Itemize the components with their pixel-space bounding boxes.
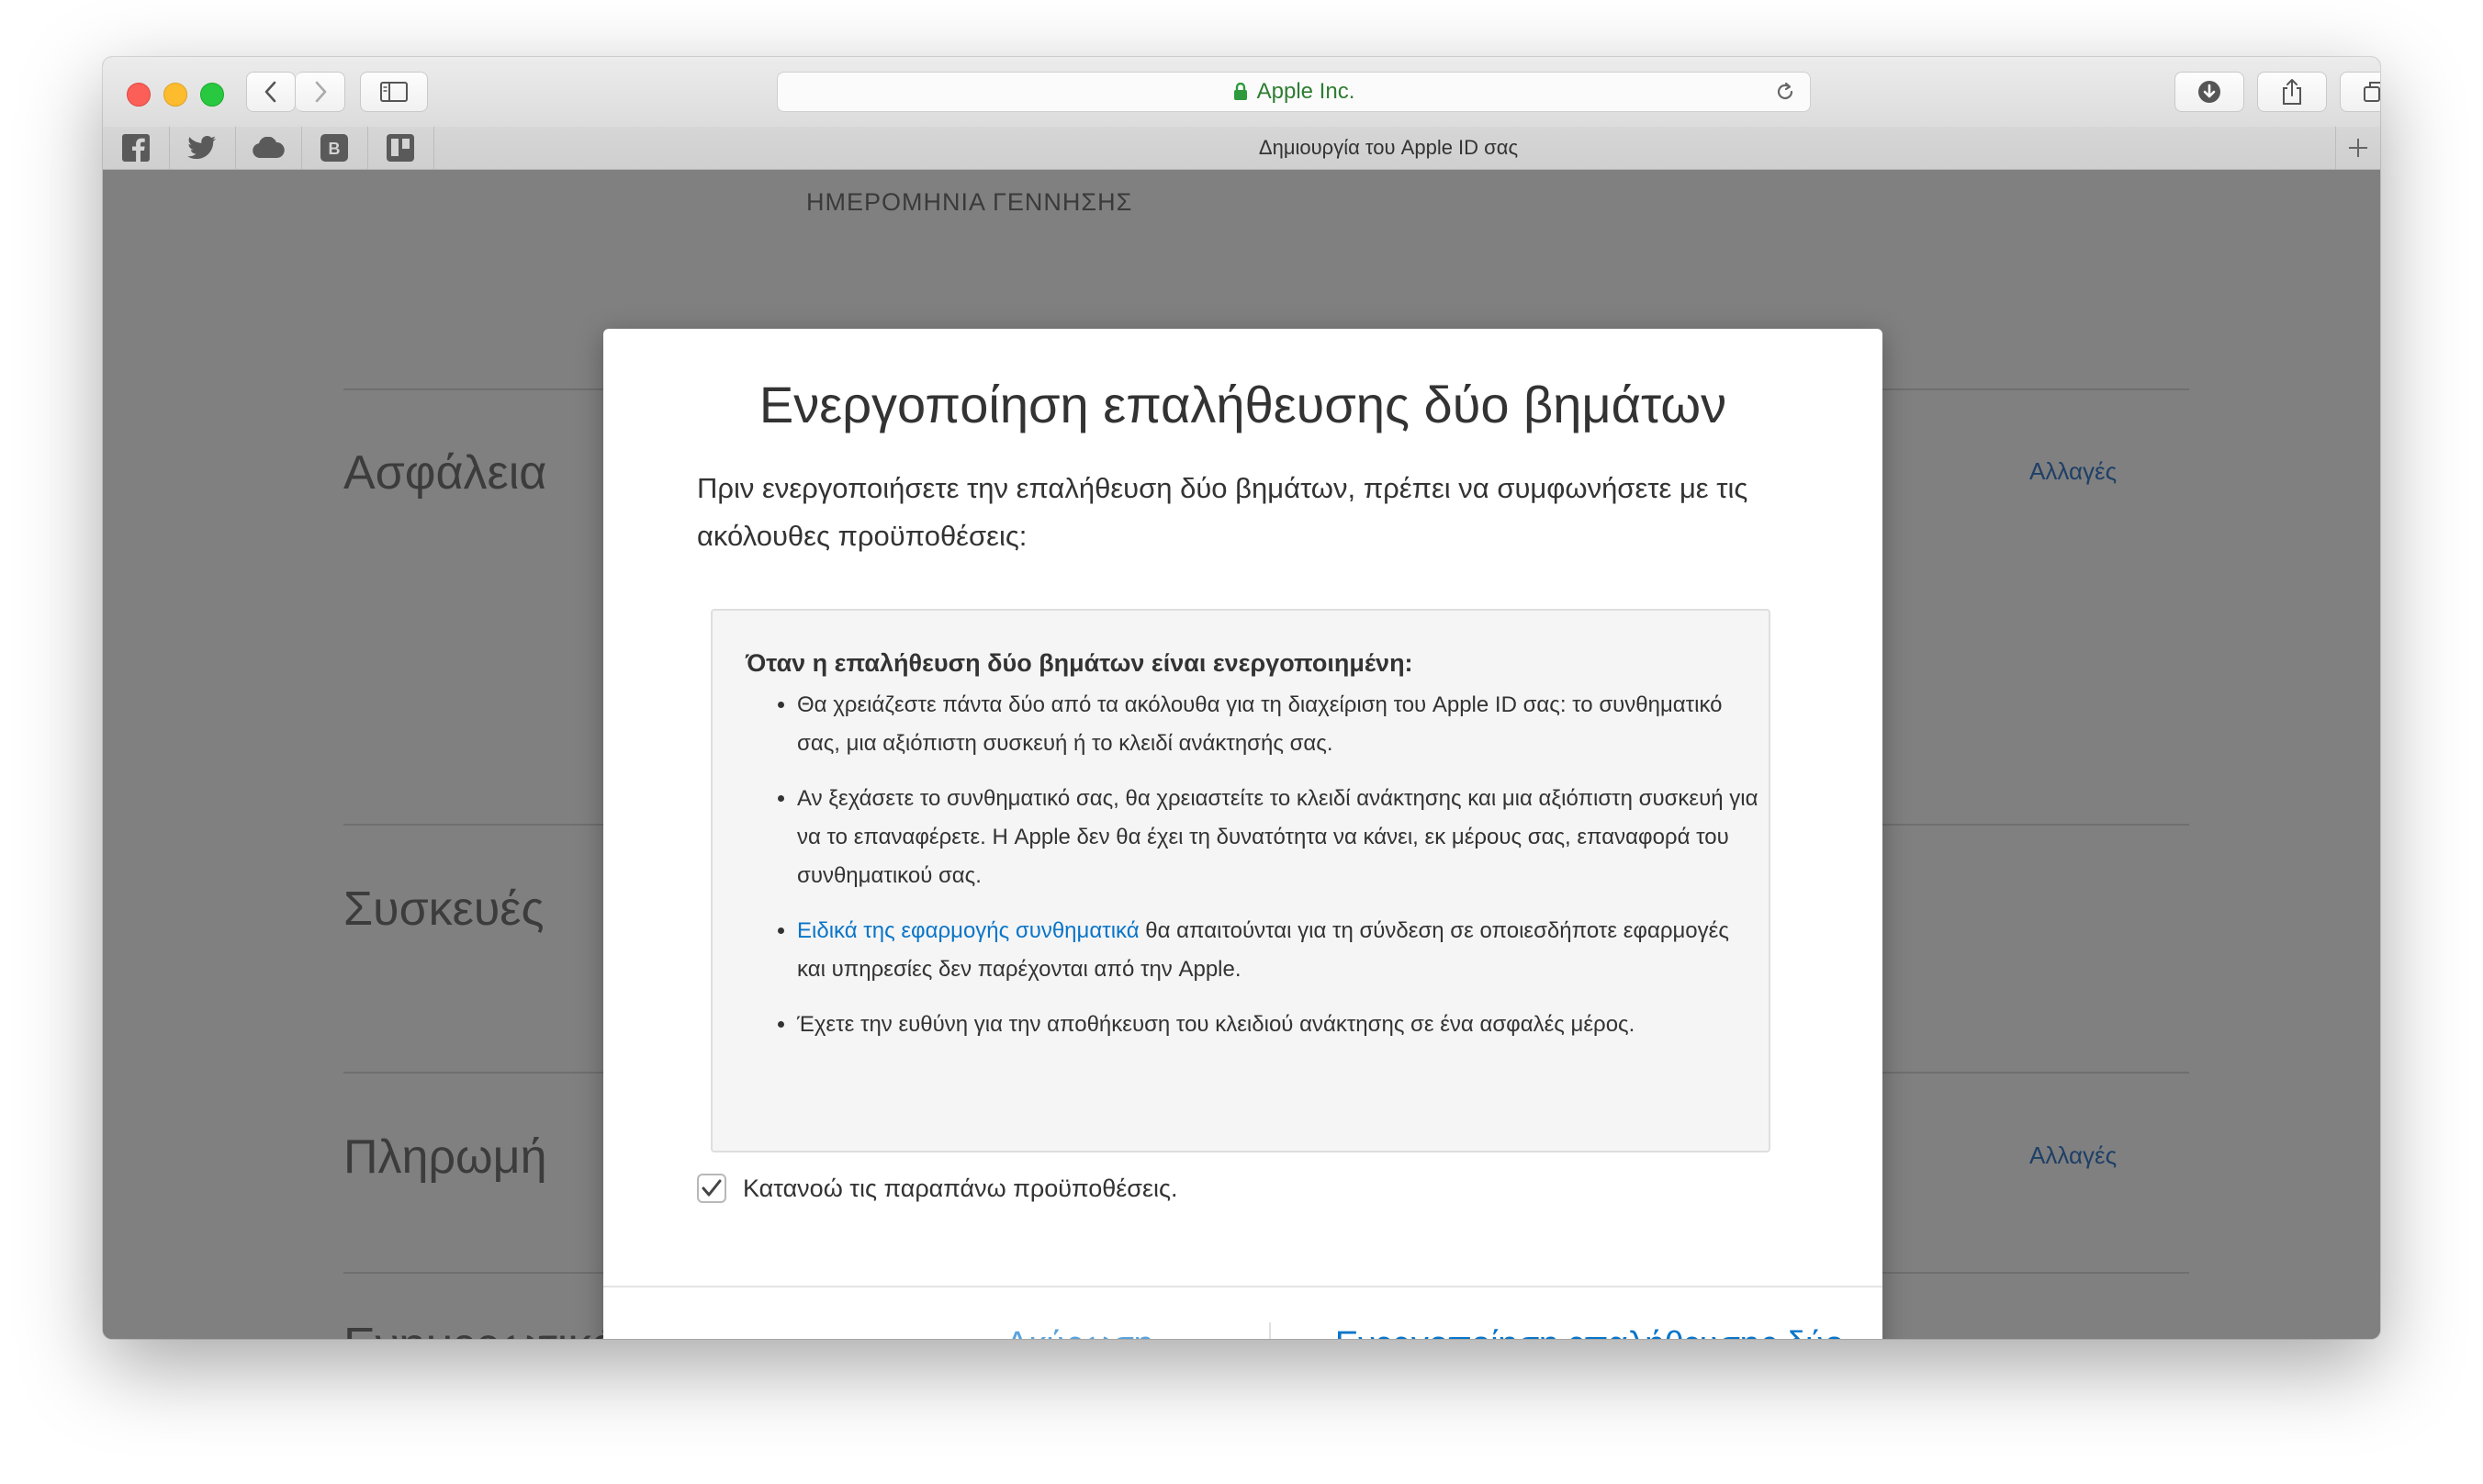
terms-item: Θα χρειάζεστε πάντα δύο από τα ακόλουθα … [797,686,1761,763]
address-text: Apple Inc. [1256,79,1355,104]
favorite-facebook[interactable] [103,127,170,169]
terms-item: Ειδικά της εφαρμογής συνθηματικά θα απαι… [797,912,1761,989]
tabs-overview-button[interactable] [2340,72,2380,112]
agree-label: Κατανοώ τις παραπάνω προϋποθέσεις. [743,1174,1178,1202]
payment-change-link[interactable]: Αλλαγές [2029,1141,2117,1170]
minimize-window-button[interactable] [163,83,187,107]
terms-item: Έχετε την ευθύνη για την αποθήκευση του … [797,1006,1761,1044]
section-title-security: Ασφάλεια [343,446,547,500]
new-tab-button[interactable] [2335,127,2380,169]
chevron-right-icon [315,81,326,103]
facebook-icon [122,134,150,162]
dialog-intro: Πριν ενεργοποιήσετε την επαλήθευση δύο β… [697,472,1748,552]
svg-text:B: B [329,140,341,158]
checkmark-icon [702,1179,722,1197]
forward-button[interactable] [296,72,345,112]
section-title-payment: Πληρωμή [343,1130,547,1184]
tab-title[interactable]: Δημιουργία του Apple ID σας [452,127,2325,169]
address-bar[interactable]: Apple Inc. [777,72,1811,112]
trello-icon [387,134,414,162]
app-specific-passwords-link[interactable]: Ειδικά της εφαρμογής συνθηματικά [797,918,1140,943]
two-step-dialog: Ενεργοποίηση επαλήθευσης δύο βημάτων Πρι… [603,329,1882,1339]
lock-icon [1233,83,1247,100]
favorites-bar: B Δημιουργία του Apple ID σας [103,127,2380,170]
dialog-title: Ενεργοποίηση επαλήθευσης δύο βημάτων [758,376,1727,433]
favorite-twitter[interactable] [169,127,236,169]
close-window-button[interactable] [127,83,151,107]
share-icon [2283,79,2301,105]
toolbar: Apple Inc. [103,57,2380,128]
footer-button-divider [1269,1322,1271,1339]
favorite-cloud[interactable] [235,127,302,169]
terms-item-text: Θα χρειάζεστε πάντα δύο από τα ακόλουθα … [797,692,1723,756]
terms-item: Αν ξεχάσετε το συνθηματικό σας, θα χρεια… [797,780,1761,895]
tabs-icon [2364,82,2380,102]
plus-icon [2349,139,2367,157]
agree-row[interactable]: Κατανοώ τις παραπάνω προϋποθέσεις. [697,1174,1178,1203]
cloud-icon [253,137,285,158]
section-title-devices: Συσκευές [343,883,545,936]
security-change-link[interactable]: Αλλαγές [2029,457,2117,486]
dialog-footer-divider [603,1286,1882,1287]
favorite-vk[interactable]: B [301,127,368,169]
vk-icon: B [320,134,348,162]
share-button[interactable] [2257,72,2327,112]
back-button[interactable] [246,72,296,112]
terms-item-text: Αν ξεχάσετε το συνθηματικό σας, θα χρεια… [797,786,1758,888]
download-icon [2198,81,2220,103]
terms-heading: Όταν η επαλήθευση δύο βημάτων είναι ενερ… [746,649,1413,677]
twitter-icon [187,136,216,159]
dob-label: ΗΜΕΡΟΜΗΝΙΑ ΓΕΝΝΗΣΗΣ [806,188,1133,216]
zoom-window-button[interactable] [200,83,224,107]
reload-icon[interactable] [1773,80,1797,104]
favorite-trello[interactable] [367,127,434,169]
chevron-left-icon [264,81,276,103]
cancel-button[interactable]: Ακύρωση [1006,1325,1153,1339]
terms-item-text: Έχετε την ευθύνη για την αποθήκευση του … [797,1012,1635,1037]
terms-list: Θα χρειάζεστε πάντα δύο από τα ακόλουθα … [764,686,1761,1061]
downloads-button[interactable] [2174,72,2244,112]
safari-window: Apple Inc. B Δημιουργία του Apple ID σας [103,57,2380,1339]
agree-checkbox[interactable] [697,1174,726,1203]
sidebar-button[interactable] [360,72,428,112]
sidebar-icon [380,82,408,102]
background-page: ΗΜΕΡΟΜΗΝΙΑ ΓΕΝΝΗΣΗΣ Ασφάλεια Αλλαγές Συσ… [103,170,2380,1339]
terms-box: Όταν η επαλήθευση δύο βημάτων είναι ενερ… [711,609,1770,1152]
enable-two-step-button[interactable]: Ενεργοποίηση επαλήθευσης δύο βημάτων [1297,1325,1882,1339]
